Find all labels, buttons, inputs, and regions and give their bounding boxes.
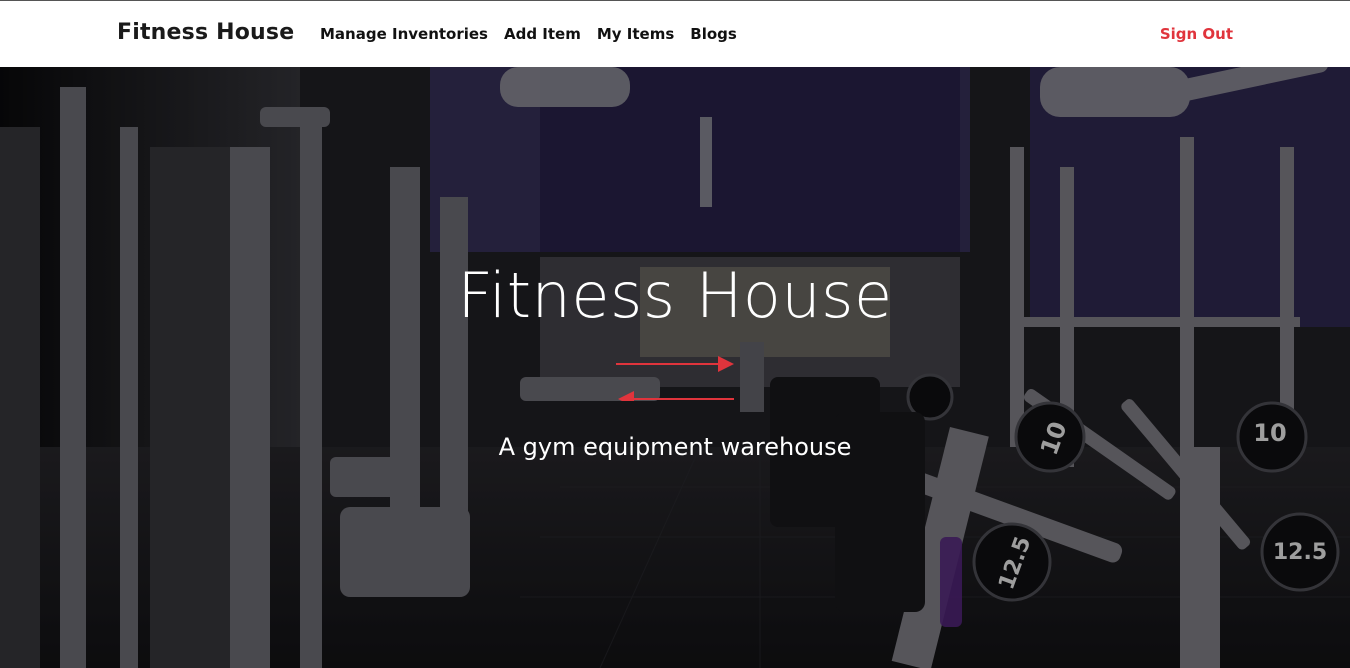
hero-subtitle: A gym equipment warehouse <box>498 433 852 461</box>
top-navbar: Fitness House Manage Inventories Add Ite… <box>0 0 1350 67</box>
nav-my-items[interactable]: My Items <box>597 25 674 43</box>
double-arrow-icon <box>616 356 734 401</box>
nav-manage-inventories[interactable]: Manage Inventories <box>320 25 488 43</box>
brand-logo[interactable]: Fitness House <box>117 20 294 45</box>
sign-out-link[interactable]: Sign Out <box>1160 25 1233 43</box>
hero-banner: 10 10 12.5 12.5 Fitness House A gym equi… <box>0 67 1350 668</box>
hero-title: Fitness House <box>457 259 893 332</box>
nav-blogs[interactable]: Blogs <box>690 25 737 43</box>
main-nav: Manage Inventories Add Item My Items Blo… <box>320 25 737 43</box>
nav-add-item[interactable]: Add Item <box>504 25 581 43</box>
